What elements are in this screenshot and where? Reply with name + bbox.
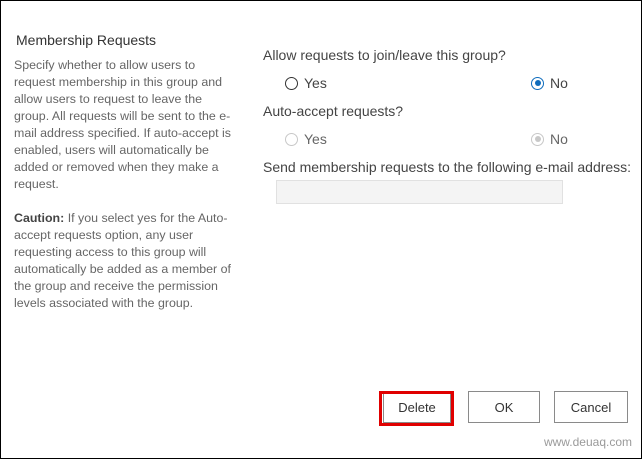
auto-accept-question: Auto-accept requests? <box>263 103 404 119</box>
allow-requests-no-label: No <box>550 75 568 91</box>
dialog-frame: Membership Requests Specify whether to a… <box>0 0 642 459</box>
section-description: Specify whether to allow users to reques… <box>14 58 231 191</box>
auto-accept-no-option: No <box>531 131 568 147</box>
allow-requests-no-option[interactable]: No <box>531 75 568 91</box>
allow-requests-yes-radio[interactable] <box>285 76 298 90</box>
allow-requests-yes-option[interactable]: Yes <box>285 75 327 91</box>
allow-requests-yes-label: Yes <box>304 75 327 91</box>
cancel-button[interactable]: Cancel <box>554 391 628 423</box>
auto-accept-no-radio <box>531 132 544 146</box>
auto-accept-yes-radio <box>285 132 298 146</box>
caution-note: Caution: If you select yes for the Auto-… <box>14 210 239 312</box>
ok-button[interactable]: OK <box>468 391 540 423</box>
caution-label: Caution: <box>14 211 65 225</box>
auto-accept-no-label: No <box>550 131 568 147</box>
delete-button[interactable]: Delete <box>383 391 451 423</box>
email-input[interactable] <box>276 180 563 204</box>
caution-text: If you select yes for the Auto-accept re… <box>14 211 231 310</box>
allow-requests-question: Allow requests to join/leave this group? <box>263 47 506 63</box>
auto-accept-yes-label: Yes <box>304 131 327 147</box>
allow-requests-no-radio[interactable] <box>531 76 544 90</box>
watermark: www.deuaq.com <box>543 435 632 449</box>
email-question: Send membership requests to the followin… <box>263 159 632 175</box>
section-title: Membership Requests <box>16 32 157 48</box>
auto-accept-yes-option: Yes <box>285 131 327 147</box>
